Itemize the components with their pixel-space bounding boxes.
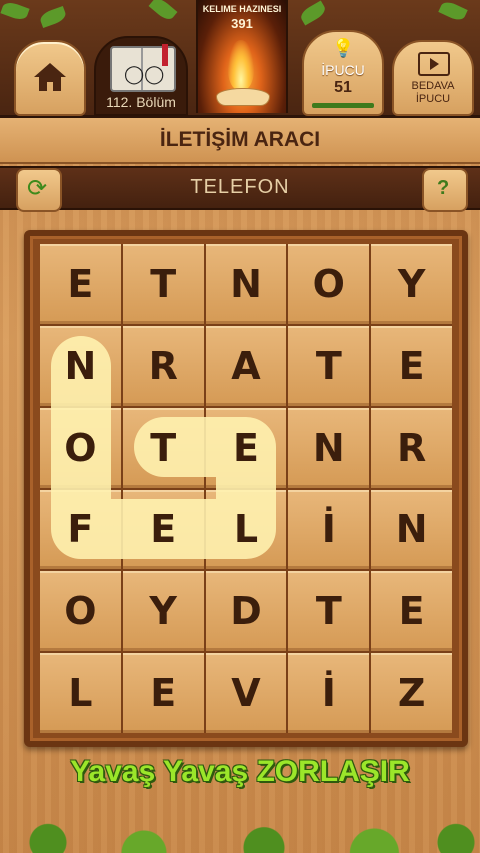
- letter-tile[interactable]: E: [40, 244, 121, 324]
- lotus-icon: [216, 88, 270, 106]
- tile-letter: T: [315, 589, 342, 634]
- letter-tile[interactable]: L: [205, 489, 287, 570]
- tile-letter: O: [312, 261, 345, 306]
- tile-letter: Z: [397, 671, 426, 716]
- home-button[interactable]: [14, 40, 86, 116]
- hint-count: 51: [334, 79, 352, 96]
- free-hint-button[interactable]: BEDAVA İPUCU: [392, 40, 474, 116]
- letter-tile[interactable]: E: [122, 653, 204, 733]
- letter-tile[interactable]: O: [40, 407, 121, 488]
- letter-tile[interactable]: R: [122, 325, 204, 406]
- tile-letter: T: [150, 425, 177, 470]
- free-hint-label: BEDAVA İPUCU: [411, 80, 455, 105]
- letter-tile[interactable]: N: [40, 325, 121, 406]
- top-bar: ◯◯ 112. Bölüm KELIME HAZINESI 391 💡 İPUC…: [0, 0, 480, 118]
- letter-grid: ETNOYNRATEOTENRFELİNOYDTELEVİZ: [40, 244, 452, 733]
- question-icon: ?: [437, 177, 450, 199]
- tile-letter: İ: [321, 671, 336, 716]
- level-indicator: ◯◯ 112. Bölüm: [94, 36, 188, 116]
- tile-letter: T: [150, 261, 177, 306]
- video-icon: [418, 52, 450, 76]
- letter-tile[interactable]: T: [288, 325, 370, 406]
- tile-letter: O: [64, 425, 97, 470]
- letter-tile[interactable]: O: [40, 571, 121, 652]
- tile-letter: R: [148, 343, 178, 388]
- slogan-text: Yavaş Yavaş ZORLAŞIR: [70, 755, 410, 788]
- letter-tile[interactable]: İ: [288, 653, 370, 733]
- tile-letter: E: [233, 425, 259, 470]
- tile-letter: L: [68, 671, 93, 716]
- letter-tile[interactable]: E: [371, 571, 452, 652]
- tile-letter: E: [150, 507, 177, 552]
- tile-letter: V: [231, 671, 261, 716]
- tile-letter: N: [64, 343, 97, 388]
- letter-tile[interactable]: V: [205, 653, 287, 733]
- flame-icon: [228, 40, 254, 90]
- lightbulb-icon: 💡: [332, 38, 355, 59]
- letter-tile[interactable]: N: [288, 407, 370, 488]
- tile-letter: F: [67, 507, 94, 552]
- letter-tile[interactable]: Z: [371, 653, 452, 733]
- letter-tile[interactable]: D: [205, 571, 287, 652]
- hint-label: İPUCU: [321, 62, 365, 78]
- tile-letter: E: [398, 343, 425, 388]
- tile-letter: E: [398, 589, 425, 634]
- tile-letter: İ: [321, 507, 336, 552]
- tile-letter: R: [396, 425, 427, 470]
- category-banner: İLETİŞİM ARACI: [0, 118, 480, 164]
- letter-tile[interactable]: R: [371, 407, 452, 488]
- letter-tile[interactable]: O: [288, 244, 370, 324]
- letter-board: ETNOYNRATEOTENRFELİNOYDTELEVİZ: [24, 230, 468, 747]
- hint-progress-bar: [312, 103, 374, 108]
- letter-tile[interactable]: T: [122, 407, 204, 488]
- answer-word: TELEFON: [190, 176, 290, 198]
- word-treasury[interactable]: KELIME HAZINESI 391: [196, 0, 288, 113]
- letter-tile[interactable]: N: [371, 489, 452, 570]
- tile-letter: Y: [397, 261, 426, 306]
- category-title: İLETİŞİM ARACI: [159, 128, 321, 151]
- tile-letter: E: [150, 671, 177, 716]
- tile-letter: O: [64, 589, 97, 634]
- tile-letter: A: [231, 343, 261, 388]
- letter-tile[interactable]: Y: [122, 571, 204, 652]
- treasury-value: 391: [231, 16, 253, 31]
- leaves-decoration: [0, 800, 480, 853]
- tile-letter: N: [312, 425, 345, 470]
- tile-letter: N: [395, 507, 428, 552]
- letter-tile[interactable]: T: [288, 571, 370, 652]
- treasury-title: KELIME HAZINESI: [202, 4, 282, 14]
- letter-tile[interactable]: N: [205, 244, 287, 324]
- help-button[interactable]: ?: [422, 168, 468, 212]
- letter-tile[interactable]: İ: [288, 489, 370, 570]
- level-label: 112. Bölüm: [106, 94, 176, 110]
- letter-tile[interactable]: E: [205, 407, 287, 488]
- answer-bar: ⟳ TELEFON ?: [0, 166, 480, 212]
- home-icon: [34, 63, 66, 91]
- tile-letter: Y: [149, 589, 177, 634]
- hint-button[interactable]: 💡 İPUCU 51: [302, 30, 384, 116]
- tile-letter: L: [233, 507, 259, 552]
- letter-tile[interactable]: F: [40, 489, 121, 570]
- letter-tile[interactable]: E: [371, 325, 452, 406]
- letter-tile[interactable]: T: [122, 244, 204, 324]
- letter-tile[interactable]: E: [122, 489, 204, 570]
- tile-letter: T: [315, 343, 342, 388]
- tile-letter: E: [67, 261, 94, 306]
- tile-letter: D: [230, 589, 262, 634]
- book-icon: ◯◯: [110, 44, 176, 92]
- tile-letter: N: [230, 261, 262, 306]
- letter-tile[interactable]: A: [205, 325, 287, 406]
- letter-tile[interactable]: Y: [371, 244, 452, 324]
- letter-tile[interactable]: L: [40, 653, 121, 733]
